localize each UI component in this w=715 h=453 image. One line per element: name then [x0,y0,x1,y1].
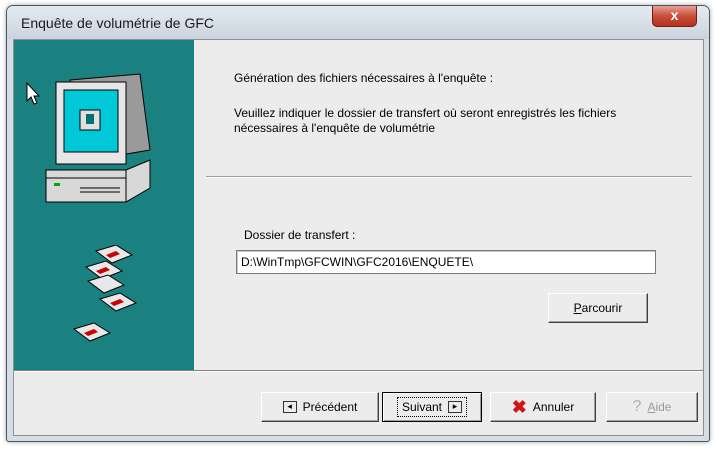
floppy-disks-icon [72,245,138,342]
browse-button[interactable]: Parcourir [548,293,648,323]
wizard-content: Génération des fichiers nécessaires à l'… [194,40,703,370]
previous-button[interactable]: ◂ Précédent [261,392,379,422]
step-heading: Génération des fichiers nécessaires à l'… [234,71,494,85]
footer-divider [14,370,703,372]
dialog-body: Génération des fichiers nécessaires à l'… [13,39,704,436]
title-bar[interactable]: Enquête de volumétrie de GFC x [7,6,709,39]
close-button[interactable]: x [652,6,697,27]
next-arrow-icon: ▸ [448,401,463,413]
wizard-sidebar [14,40,194,370]
help-icon: ? [632,398,642,415]
folder-label: Dossier de transfert : [244,228,356,242]
help-button[interactable]: ? Aide [606,392,698,422]
cancel-x-icon: ✖ [511,397,527,417]
browse-label: Parcourir [573,301,623,315]
close-icon: x [670,7,679,23]
cancel-label: Annuler [532,400,575,414]
window-title: Enquête de volumétrie de GFC [21,15,214,31]
computer-icon [45,73,151,203]
divider [206,176,692,178]
step-description: Veuillez indiquer le dossier de transfer… [234,106,617,135]
next-button[interactable]: Suivant ▸ [382,392,482,422]
cancel-button[interactable]: ✖ Annuler [490,392,596,422]
wizard-window: Enquête de volumétrie de GFC x Génératio… [6,5,710,442]
previous-label: Précédent [302,400,358,414]
next-focus: Suivant ▸ [396,397,468,417]
previous-arrow-icon: ◂ [282,401,297,413]
folder-input[interactable] [236,250,656,274]
help-label: Aide [647,400,672,414]
next-label: Suivant [401,400,443,414]
